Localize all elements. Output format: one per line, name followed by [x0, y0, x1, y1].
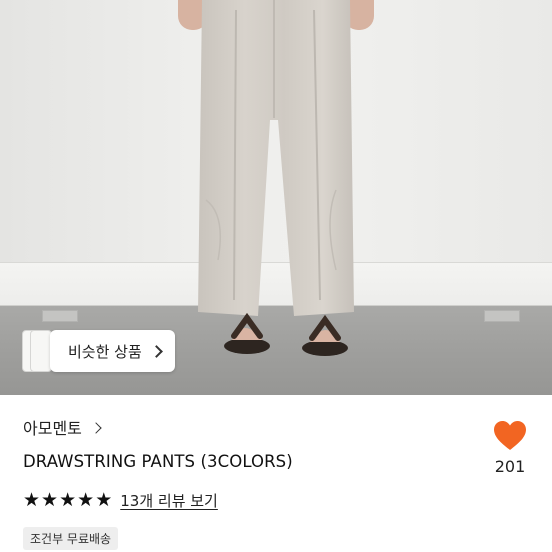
right-sandal-image	[302, 314, 348, 356]
similar-products-label: 비슷한 상품	[68, 342, 142, 361]
star-icon: ★	[77, 489, 95, 511]
chevron-right-icon	[90, 421, 102, 434]
star-icon: ★	[59, 489, 77, 511]
similar-products-button[interactable]: 비슷한 상품	[50, 330, 175, 372]
similar-thumbnail-stack	[22, 330, 52, 372]
review-link[interactable]: 13개 리뷰 보기	[120, 490, 218, 511]
star-rating: ★ ★ ★ ★ ★	[23, 491, 112, 510]
similar-thumbnail	[30, 330, 52, 372]
shipping-badge: 조건부 무료배송	[23, 527, 119, 550]
floor-plate	[42, 310, 78, 322]
floor-plate	[484, 310, 520, 322]
left-sandal-image	[224, 312, 270, 354]
star-icon: ★	[41, 489, 59, 511]
like-button[interactable]: 201	[492, 420, 528, 476]
pants-image	[198, 0, 354, 316]
chevron-right-icon	[149, 344, 163, 358]
rating-row[interactable]: ★ ★ ★ ★ ★ 13개 리뷰 보기	[23, 490, 218, 511]
product-photo[interactable]: 비슷한 상품	[0, 0, 552, 395]
star-icon: ★	[23, 489, 41, 511]
star-icon: ★	[95, 489, 113, 511]
brand-link[interactable]: 아모멘토	[23, 415, 102, 439]
heart-icon	[494, 421, 526, 450]
product-info: 아모멘토 DRAWSTRING PANTS (3COLORS) ★ ★ ★ ★ …	[0, 395, 552, 552]
product-title: DRAWSTRING PANTS (3COLORS)	[23, 452, 293, 471]
like-count: 201	[494, 457, 526, 476]
brand-name: 아모멘토	[23, 419, 82, 438]
